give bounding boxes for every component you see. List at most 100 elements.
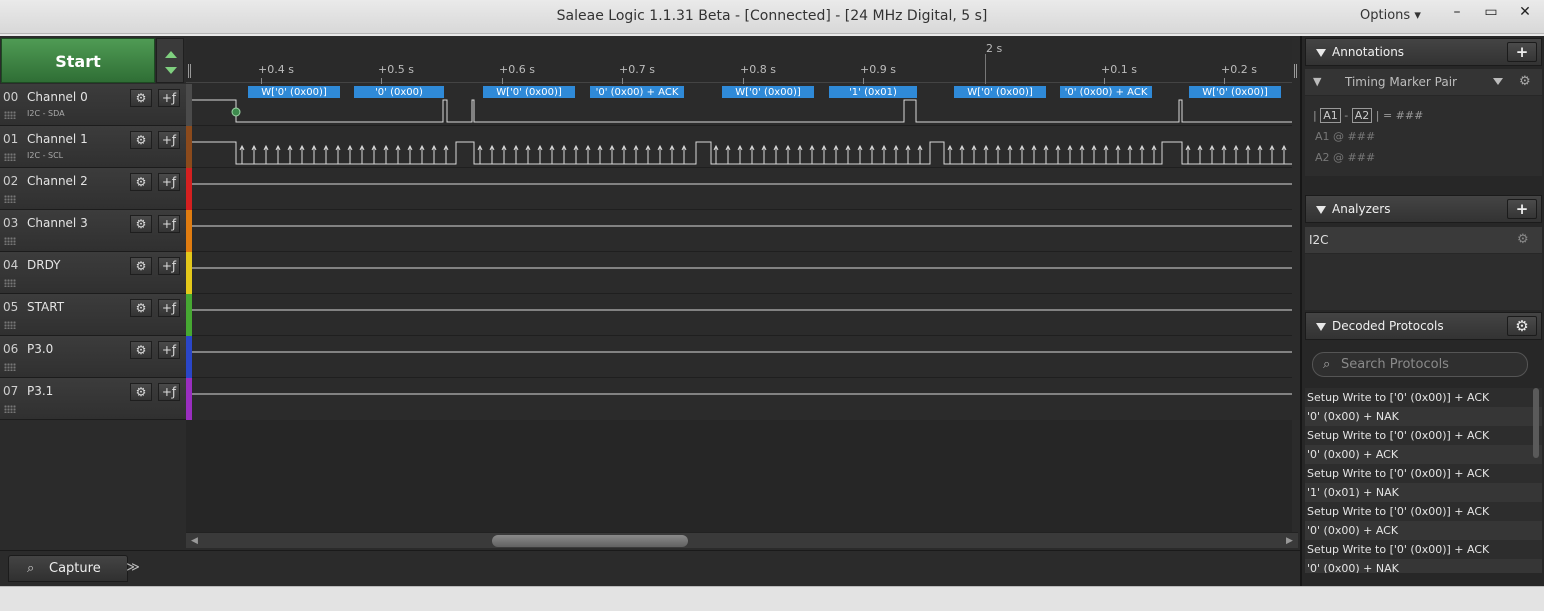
channel-row-3[interactable]: 03 Channel 3 ⚙ +ƒ	[0, 210, 186, 252]
add-analyzer-button[interactable]: +	[1507, 199, 1537, 219]
gear-icon[interactable]: ⚙	[1517, 227, 1529, 253]
search-protocols-field[interactable]: ⌕	[1312, 352, 1528, 377]
marker-a1-line: A1 @ ###	[1315, 130, 1376, 143]
timeline-ruler[interactable]: 2 s +0.4 s +0.5 s +0.6 s +0.7 s +0.8 s +…	[186, 38, 1297, 84]
collapse-triangle-icon[interactable]	[1316, 323, 1326, 331]
start-button[interactable]: Start	[1, 38, 155, 83]
channel-name[interactable]: Channel 2	[27, 174, 88, 188]
search-input[interactable]	[1341, 355, 1521, 374]
arrow-up-icon[interactable]	[165, 51, 177, 58]
marker-a2-line: A2 @ ###	[1315, 151, 1376, 164]
title-bar: Saleae Logic 1.1.31 Beta - [Connected] -…	[0, 0, 1544, 34]
list-item[interactable]: '0' (0x00) + NAK	[1305, 407, 1542, 426]
collapse-triangle-icon[interactable]	[1316, 49, 1326, 57]
channel-row-4[interactable]: 04 DRDY ⚙ +ƒ	[0, 252, 186, 294]
chevron-down-icon[interactable]	[1493, 78, 1503, 85]
annotations-header[interactable]: Annotations +	[1305, 38, 1542, 66]
scroll-left-icon[interactable]: ◀	[191, 536, 198, 546]
drag-handle-icon[interactable]	[4, 321, 16, 329]
drag-handle-icon[interactable]	[4, 279, 16, 287]
minimize-button[interactable]: –	[1442, 2, 1472, 24]
list-item[interactable]: '0' (0x00) + ACK	[1305, 445, 1542, 464]
channel-name[interactable]: P3.0	[27, 342, 53, 356]
channel-row-7[interactable]: 07 P3.1 ⚙ +ƒ	[0, 378, 186, 420]
timeline-tick-label: +0.4 s	[258, 63, 294, 76]
trigger-icon[interactable]: +ƒ	[158, 89, 180, 107]
collapse-triangle-icon[interactable]	[1316, 206, 1326, 214]
drag-handle-icon[interactable]	[4, 195, 16, 203]
analyzers-header[interactable]: Analyzers +	[1305, 195, 1542, 223]
vertical-scrollbar-thumb[interactable]	[1533, 388, 1539, 458]
channel-row-1[interactable]: 01 Channel 1 I2C - SCL ⚙ +ƒ	[0, 126, 186, 168]
annotations-title: Annotations	[1332, 45, 1405, 59]
timeline-tick-label: +0.7 s	[619, 63, 655, 76]
channel-name[interactable]: START	[27, 300, 64, 314]
gear-icon[interactable]: ⚙	[1507, 316, 1537, 336]
marker-a1-box[interactable]: A1	[1320, 108, 1341, 123]
drag-handle-icon[interactable]	[4, 405, 16, 413]
drag-handle-icon[interactable]	[4, 237, 16, 245]
list-item[interactable]: '1' (0x01) + NAK	[1305, 483, 1542, 502]
channel-name[interactable]: Channel 1	[27, 132, 88, 146]
options-menu[interactable]: Options ▾	[1360, 8, 1421, 23]
capture-pane: Start 2 s +0.4 s +0.5 s +0.6 s +0.7 s +0…	[0, 36, 1300, 586]
trigger-icon[interactable]: +ƒ	[158, 383, 180, 401]
arrow-down-icon[interactable]	[165, 67, 177, 74]
list-item[interactable]: '0' (0x00) + NAK	[1305, 559, 1542, 573]
grip-handle[interactable]	[1294, 64, 1297, 78]
decoded-protocols-list[interactable]: Setup Write to ['0' (0x00)] + ACK '0' (0…	[1305, 388, 1542, 573]
analyzer-item-i2c[interactable]: I2C ⚙	[1305, 227, 1542, 253]
timeline-tick-label: +0.9 s	[860, 63, 896, 76]
scrollbar-thumb[interactable]	[492, 535, 688, 547]
trigger-icon[interactable]: +ƒ	[158, 257, 180, 275]
list-item[interactable]: Setup Write to ['0' (0x00)] + ACK	[1305, 540, 1542, 559]
channel-name[interactable]: DRDY	[27, 258, 61, 272]
tab-capture[interactable]: ⌕ Capture	[8, 555, 128, 582]
add-annotation-button[interactable]: +	[1507, 42, 1537, 62]
horizontal-scrollbar[interactable]: ◀ ▶	[186, 532, 1298, 548]
channel-name[interactable]: Channel 3	[27, 216, 88, 230]
grip-handle[interactable]	[188, 64, 191, 78]
gear-icon[interactable]: ⚙	[130, 383, 152, 401]
timing-marker-pair-row[interactable]: ▼ Timing Marker Pair ⚙	[1305, 69, 1542, 95]
gear-icon[interactable]: ⚙	[130, 257, 152, 275]
decoded-protocols-header[interactable]: Decoded Protocols ⚙	[1305, 312, 1542, 340]
more-tabs-button[interactable]: ≫	[120, 557, 146, 581]
channel-index: 07	[3, 384, 19, 398]
gear-icon[interactable]: ⚙	[1519, 69, 1531, 95]
marker-a2-box[interactable]: A2	[1351, 108, 1373, 123]
gear-icon[interactable]: ⚙	[130, 299, 152, 317]
list-item[interactable]: Setup Write to ['0' (0x00)] + ACK	[1305, 502, 1542, 521]
scroll-right-icon[interactable]: ▶	[1286, 536, 1293, 546]
channel-row-2[interactable]: 02 Channel 2 ⚙ +ƒ	[0, 168, 186, 210]
list-item[interactable]: Setup Write to ['0' (0x00)] + ACK	[1305, 464, 1542, 483]
gear-icon[interactable]: ⚙	[130, 341, 152, 359]
diff-dash: -	[1344, 109, 1349, 122]
channel-index: 06	[3, 342, 19, 356]
waveform-view[interactable]: W['0' (0x00)] '0' (0x00) W['0' (0x00)] '…	[192, 84, 1292, 420]
gear-icon[interactable]: ⚙	[130, 131, 152, 149]
channel-name[interactable]: Channel 0	[27, 90, 88, 104]
trigger-icon[interactable]: +ƒ	[158, 173, 180, 191]
drag-handle-icon[interactable]	[4, 111, 16, 119]
list-item[interactable]: Setup Write to ['0' (0x00)] + ACK	[1305, 388, 1542, 407]
drag-handle-icon[interactable]	[4, 153, 16, 161]
gear-icon[interactable]: ⚙	[130, 173, 152, 191]
trigger-icon[interactable]: +ƒ	[158, 299, 180, 317]
list-item[interactable]: '0' (0x00) + ACK	[1305, 521, 1542, 540]
list-item[interactable]: Setup Write to ['0' (0x00)] + ACK	[1305, 426, 1542, 445]
maximize-button[interactable]: ▭	[1476, 2, 1506, 24]
drag-handle-icon[interactable]	[4, 363, 16, 371]
channel-name[interactable]: P3.1	[27, 384, 53, 398]
pin-icon[interactable]: ▼	[1313, 69, 1321, 95]
trigger-icon[interactable]: +ƒ	[158, 131, 180, 149]
gear-icon[interactable]: ⚙	[130, 215, 152, 233]
trigger-icon[interactable]: +ƒ	[158, 341, 180, 359]
channel-row-0[interactable]: 00 Channel 0 I2C - SDA ⚙ +ƒ	[0, 84, 186, 126]
gear-icon[interactable]: ⚙	[130, 89, 152, 107]
start-options-stepper[interactable]	[156, 38, 184, 83]
channel-row-5[interactable]: 05 START ⚙ +ƒ	[0, 294, 186, 336]
close-button[interactable]: ✕	[1510, 2, 1540, 24]
trigger-icon[interactable]: +ƒ	[158, 215, 180, 233]
channel-row-6[interactable]: 06 P3.0 ⚙ +ƒ	[0, 336, 186, 378]
